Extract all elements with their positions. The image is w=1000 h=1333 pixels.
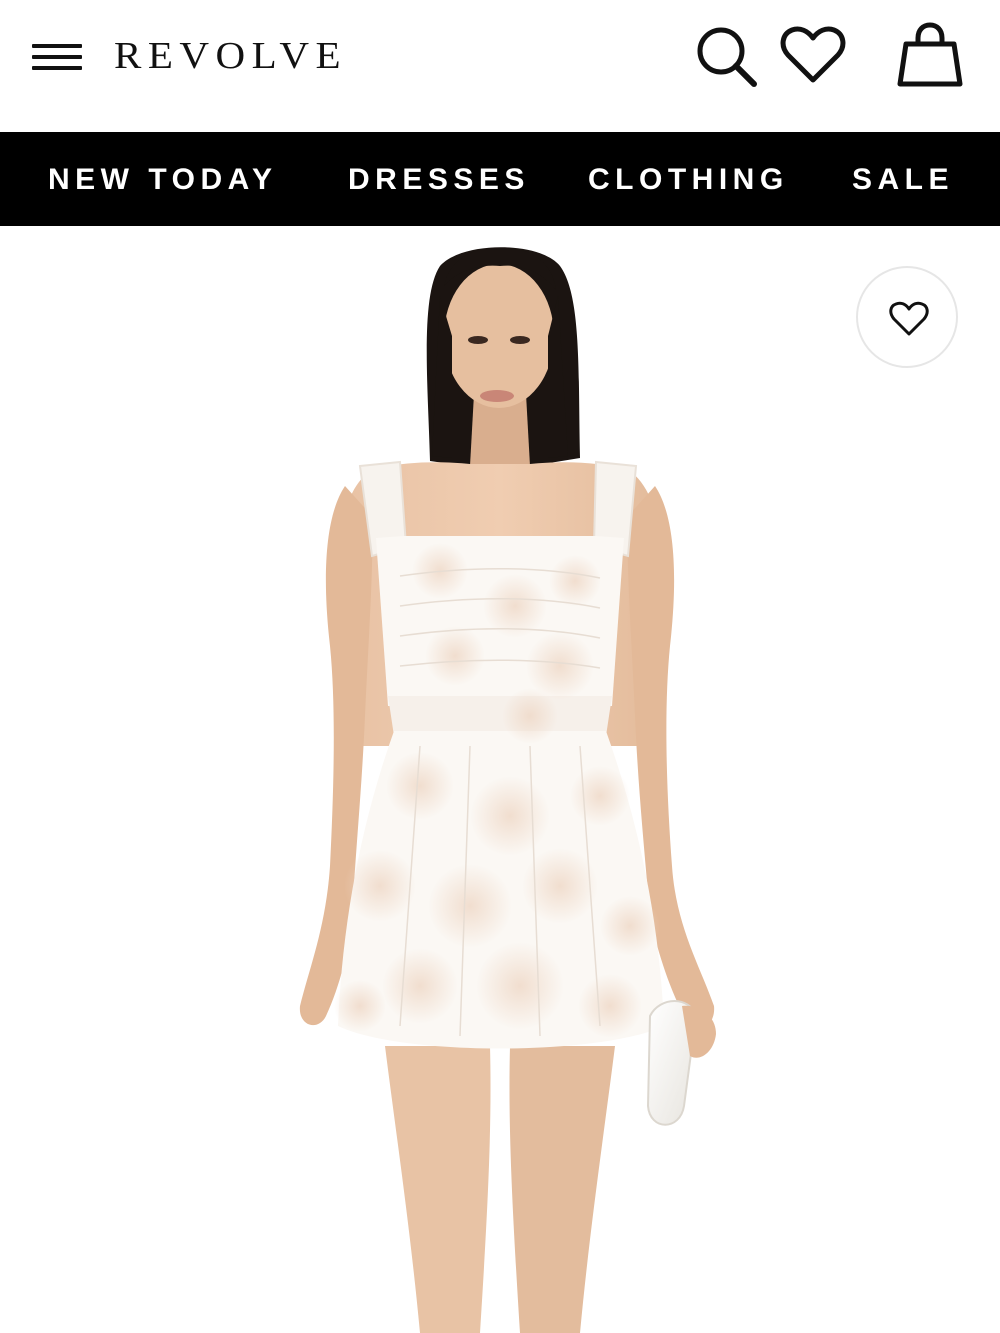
nav-item-new-today[interactable]: NEW TODAY bbox=[48, 132, 278, 226]
nav-item-dresses[interactable]: DRESSES bbox=[348, 132, 530, 226]
brand-logo[interactable]: REVOLVE bbox=[114, 34, 347, 78]
product-image[interactable] bbox=[0, 226, 1000, 1333]
category-nav: NEW TODAY DRESSES CLOTHING SALE bbox=[0, 132, 1000, 226]
menu-icon[interactable] bbox=[32, 40, 84, 74]
nav-item-clothing[interactable]: CLOTHING bbox=[588, 132, 789, 226]
search-icon[interactable] bbox=[694, 24, 758, 88]
heart-icon bbox=[889, 301, 929, 336]
shopping-bag-icon[interactable] bbox=[896, 22, 964, 88]
product-image-area[interactable] bbox=[0, 226, 1000, 1333]
product-page: REVOLVE NEW TODAY DRESSES CLOTHING SALE bbox=[0, 0, 1000, 1333]
site-header: REVOLVE bbox=[0, 0, 1000, 132]
heart-icon[interactable] bbox=[780, 26, 846, 84]
nav-item-sale[interactable]: SALE bbox=[852, 132, 954, 226]
wishlist-button[interactable] bbox=[856, 266, 958, 368]
